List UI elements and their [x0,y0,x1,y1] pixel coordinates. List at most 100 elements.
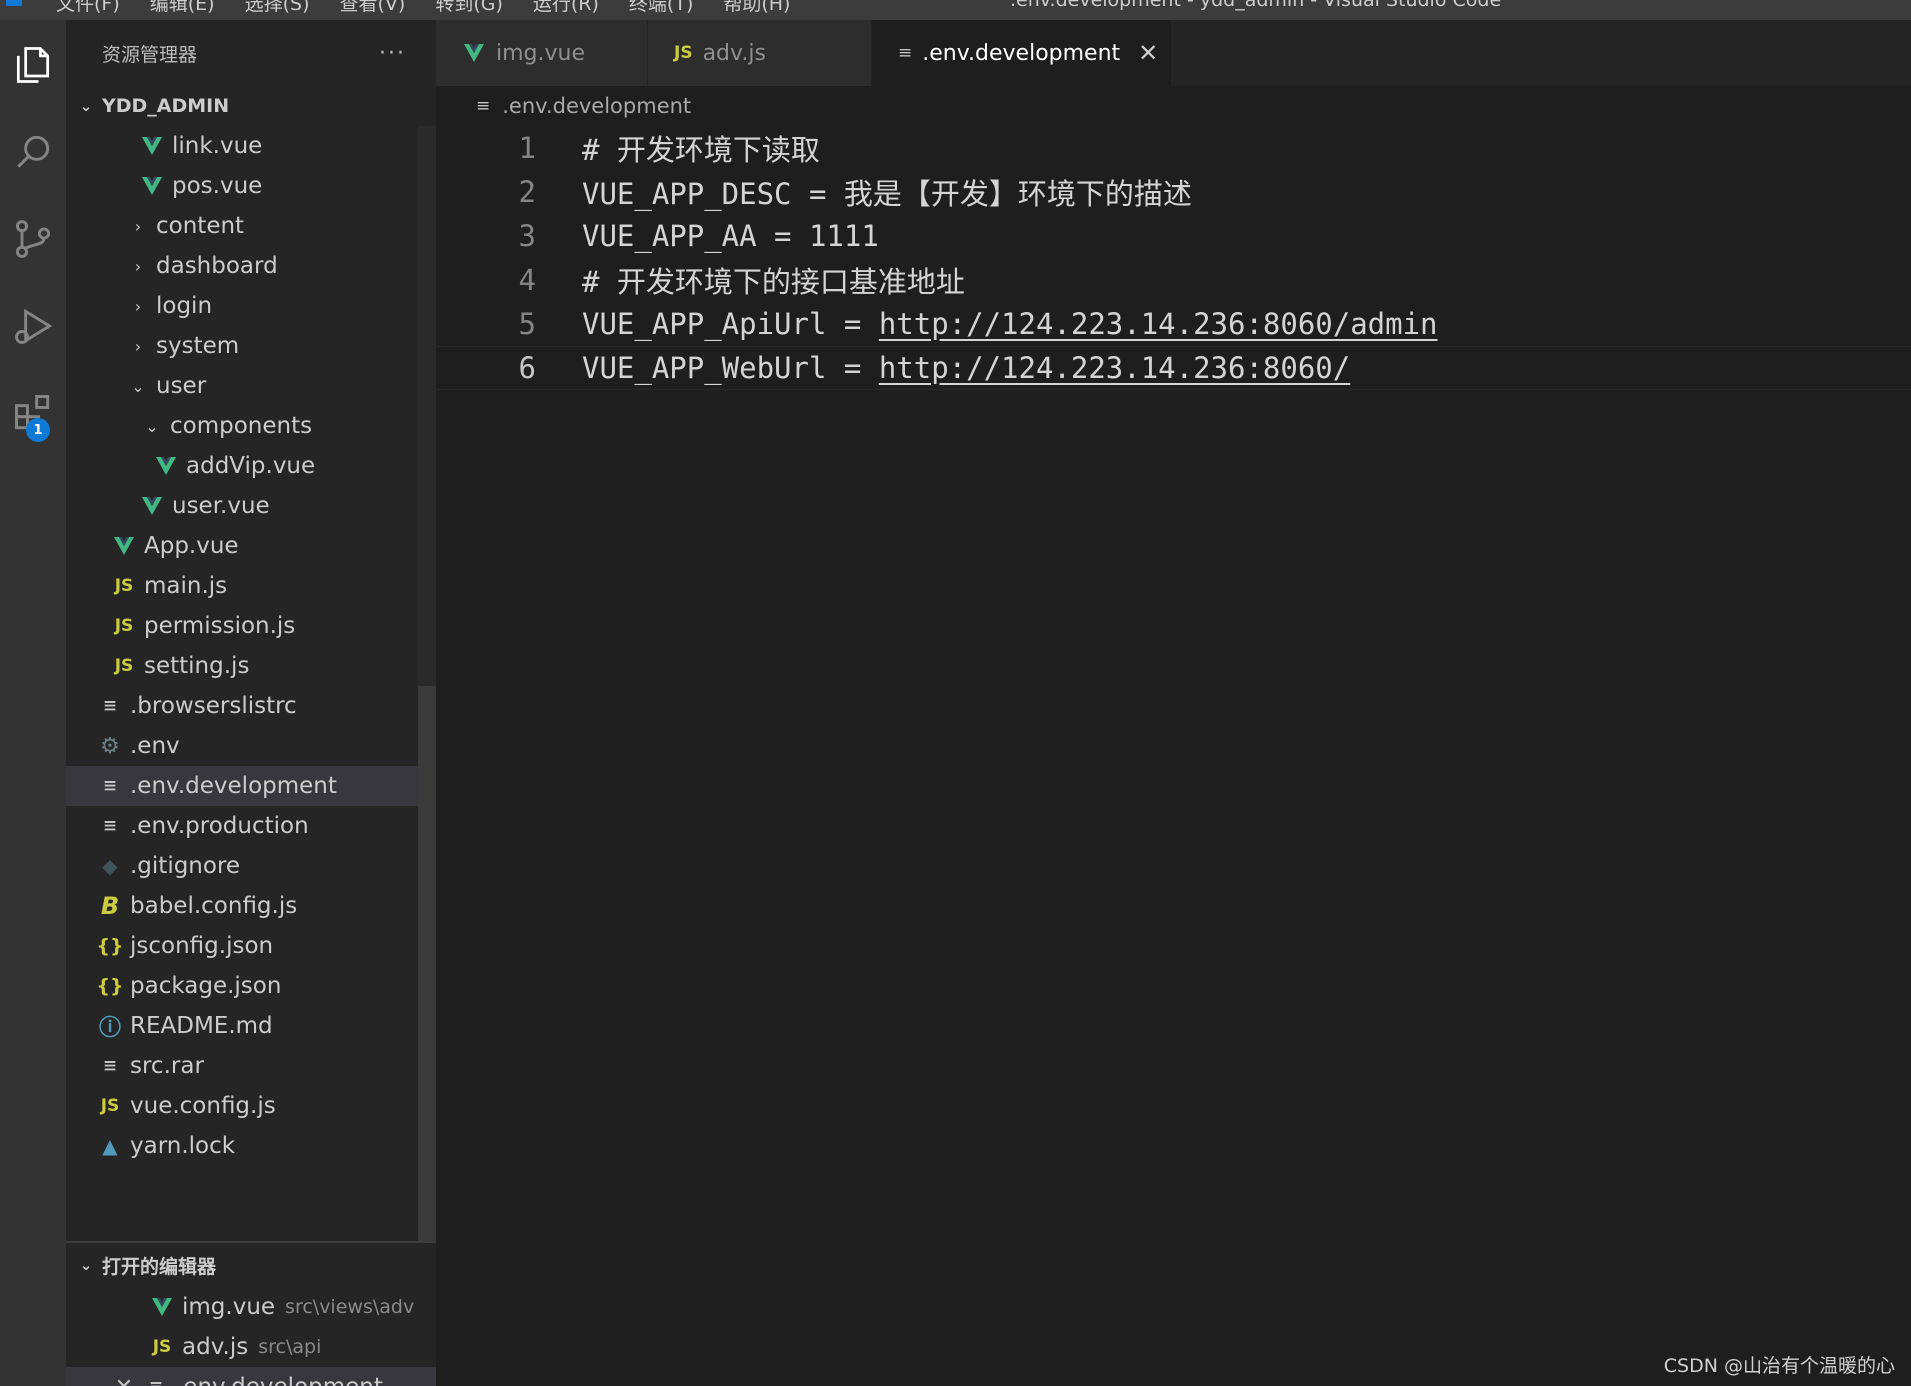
tree-item[interactable]: user.vue [66,486,436,526]
tree-item-label: .env [130,733,180,759]
open-editor-item-active[interactable]: ✕ ≡ .env.development [66,1367,436,1386]
tree-item[interactable]: link.vue [66,126,436,166]
explorer-title: 资源管理器 [102,43,198,66]
menu-view[interactable]: 查看(V) [340,0,406,16]
menu-selection[interactable]: 选择(S) [245,0,310,16]
tree-folder[interactable]: › dashboard [66,246,436,286]
tree-item-label: README.md [130,1013,273,1039]
run-debug-icon[interactable] [0,291,66,361]
tree-item[interactable]: ◆ .gitignore [66,846,436,886]
close-icon[interactable]: ✕ [1138,39,1158,67]
tree-item-label: .env.production [130,813,309,839]
open-editors-header[interactable]: ⌄ 打开的编辑器 [66,1243,436,1287]
open-editor-item[interactable]: img.vue src\views\adv [66,1287,436,1327]
tab-img-vue[interactable]: img.vue [436,20,648,86]
breadcrumb: ≡ .env.development [476,86,691,126]
tree-folder[interactable]: ⌄ components [66,406,436,446]
info-icon: ⓘ [98,1016,121,1041]
tree-folder[interactable]: › content [66,206,436,246]
menu-run[interactable]: 运行(R) [533,0,599,16]
tree-item[interactable]: ⚙ .env [66,726,436,766]
open-editor-path: src\api [258,1336,322,1358]
tree-item[interactable]: {} package.json [66,966,436,1006]
chevron-down-icon: ⌄ [79,97,93,115]
menu-file[interactable]: 文件(F) [56,0,120,16]
tree-item-selected[interactable]: ≡ .env.development [66,766,436,806]
url-link[interactable]: http://124.223.14.236:8060/admin [879,307,1438,341]
vscode-logo-icon [6,0,22,6]
tab-adv-js[interactable]: JS adv.js [648,20,872,86]
tree-item[interactable]: {} jsconfig.json [66,926,436,966]
search-icon[interactable] [0,117,66,187]
js-file-icon: JS [114,656,134,676]
title-bar: 文件(F) 编辑(E) 选择(S) 查看(V) 转到(G) 运行(R) 终端(T… [0,0,1911,20]
tree-folder[interactable]: ⌄ user [66,366,436,406]
tree-item-label: content [156,213,245,239]
text-file-icon: ≡ [142,1373,170,1386]
code-text: # 开发环境下的接口基准地址 [582,265,965,299]
tree-item-label: jsconfig.json [130,933,274,959]
sidebar-scrollbar[interactable] [418,126,436,1241]
tree-item[interactable]: ≡ .browserslistrc [66,686,436,726]
editor-tabs: img.vue JS adv.js ≡ .env.development ✕ [436,20,1911,86]
tree-item-label: addVip.vue [186,453,316,479]
tree-item-label: .browserslistrc [130,693,297,719]
tree-item[interactable]: JS vue.config.js [66,1086,436,1126]
text-file-icon: ≡ [102,1056,118,1076]
tab-env-development[interactable]: ≡ .env.development ✕ [872,20,1172,86]
tree-item[interactable]: B babel.config.js [66,886,436,926]
breadcrumb-item[interactable]: .env.development [502,94,691,118]
json-file-icon: {} [96,975,124,997]
tree-item-label: login [156,293,213,319]
chevron-down-icon: ⌄ [145,416,159,436]
sidebar-scroll-thumb[interactable] [418,686,436,1241]
code-editor[interactable]: 1 # 开发环境下读取 2 VUE_APP_DESC = 我是【开发】环境下的描… [436,126,1911,390]
tree-item-label: package.json [130,973,282,999]
tree-item-label: yarn.lock [130,1133,236,1159]
tree-item-label: babel.config.js [130,893,298,919]
menu-terminal[interactable]: 终端(T) [629,0,693,16]
tree-item[interactable]: ≡ .env.production [66,806,436,846]
tree-folder[interactable]: › system [66,326,436,366]
menu-go[interactable]: 转到(G) [435,0,503,16]
vue-file-icon [138,172,166,200]
tree-item[interactable]: JS main.js [66,566,436,606]
url-link[interactable]: http://124.223.14.236:8060/ [879,351,1350,385]
source-control-icon[interactable] [0,204,66,274]
open-editor-item[interactable]: JS adv.js src\api [66,1327,436,1367]
close-icon[interactable]: ✕ [112,1375,136,1386]
js-file-icon: JS [114,576,134,596]
menu-edit[interactable]: 编辑(E) [150,0,215,16]
code-key: VUE_APP_WebUrl = [582,351,879,385]
code-key: VUE_APP_ApiUrl = [582,307,879,341]
gear-icon: ⚙ [100,733,120,759]
more-actions-icon[interactable]: ··· [379,41,406,66]
text-file-icon: ≡ [476,96,491,116]
tree-item[interactable]: ▲ yarn.lock [66,1126,436,1166]
open-editor-label: .env.development [176,1374,383,1386]
tree-item[interactable]: ⓘ README.md [66,1006,436,1046]
tree-item[interactable]: addVip.vue [66,446,436,486]
menu-help[interactable]: 帮助(H) [723,0,790,16]
vue-file-icon [462,42,486,64]
text-file-icon: ≡ [102,816,118,836]
explorer-icon[interactable] [0,30,66,100]
text-file-icon: ≡ [898,43,913,63]
vue-file-icon [138,132,166,160]
tree-item[interactable]: App.vue [66,526,436,566]
menu-bar: 文件(F) 编辑(E) 选择(S) 查看(V) 转到(G) 运行(R) 终端(T… [56,0,790,16]
js-file-icon: JS [114,616,134,636]
tree-folder[interactable]: › login [66,286,436,326]
extensions-icon[interactable]: 1 [0,378,66,448]
tree-item[interactable]: pos.vue [66,166,436,206]
tree-item[interactable]: JS setting.js [66,646,436,686]
tab-label: .env.development [922,40,1121,66]
json-file-icon: {} [96,935,124,957]
chevron-right-icon: › [134,216,142,236]
tree-item[interactable]: ≡ src.rar [66,1046,436,1086]
open-editors-title: 打开的编辑器 [102,1255,217,1278]
project-section-header[interactable]: ⌄ YDD_ADMIN [66,86,436,126]
tree-item[interactable]: JS permission.js [66,606,436,646]
code-text: VUE_APP_WebUrl = http://124.223.14.236:8… [582,351,1350,385]
window-title: .env.development - ydd_admin - Visual St… [1010,0,1502,11]
